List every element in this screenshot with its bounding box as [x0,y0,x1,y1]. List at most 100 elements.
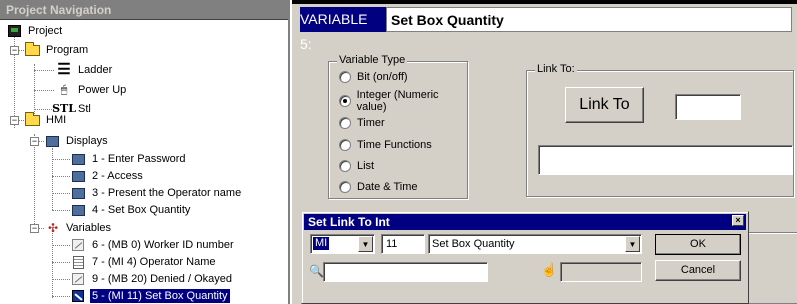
address-field[interactable]: 11 [381,234,425,254]
link-description-field[interactable] [538,145,793,175]
find-icon[interactable]: 🔍 [309,264,324,278]
tree-line [52,193,70,194]
tree-node-label: 9 - (MB 20) Denied / Okayed [92,273,233,285]
tree-node-variable-6[interactable]: 6 - (MB 0) Worker ID number [70,238,236,252]
operand-type-combo[interactable]: MI ▼ [310,234,375,254]
tree-node-label: Variables [66,222,112,234]
tree-node-label: Power Up [78,84,127,96]
display-icon [70,152,86,166]
variable-type-title: Variable Type [337,54,408,66]
tree-node-label: Program [46,44,89,56]
tree-node-variable-5-selected[interactable]: 5 - (MI 11) Set Box Quantity [70,289,230,303]
tree-node-project[interactable]: Project [6,24,64,38]
radio-label: Date & Time [357,181,418,193]
tree-node-label: 7 - (MI 4) Operator Name [92,256,216,268]
displays-icon [44,134,60,148]
radio-button[interactable] [339,117,351,129]
set-link-to-int-dialog: Set Link To Int × MI ▼ 11 Set Box Quanti… [301,211,749,304]
radio-integer[interactable]: Integer (Numeric value) [339,89,467,113]
tree-line [52,159,70,160]
top-border [292,0,797,4]
project-icon [6,24,22,38]
radio-list[interactable]: List [339,159,374,173]
text-variable-icon [70,255,86,269]
tree-line [52,176,70,177]
radio-date-time[interactable]: Date & Time [339,180,418,194]
tree-node-label: HMI [46,114,67,126]
variables-icon: ✣ [47,221,58,235]
tree-node-program[interactable]: Program [24,41,90,57]
tree-line [52,210,70,211]
chevron-down-icon[interactable]: ▼ [358,236,373,252]
variable-name-field[interactable]: Set Box Quantity [386,7,792,32]
tree-line [52,228,53,298]
tree-node-variable-9[interactable]: 9 - (MB 20) Denied / Okayed [70,272,234,286]
radio-button[interactable] [339,181,351,193]
tree-line [52,296,70,297]
tree-node-display-2[interactable]: 2 - Access [70,169,145,183]
radio-button[interactable] [339,139,351,151]
tree-node-label: 4 - Set Box Quantity [92,204,191,216]
hand-field [560,262,642,282]
tree-node-display-4[interactable]: 4 - Set Box Quantity [70,203,192,217]
radio-button[interactable] [339,71,351,83]
radio-button-selected[interactable] [339,95,351,107]
link-name-value: Set Box Quantity [432,238,515,250]
tree-node-label: Displays [66,135,108,147]
display-icon [70,186,86,200]
tree-node-variable-7[interactable]: 7 - (MI 4) Operator Name [70,255,217,269]
link-name-combo[interactable]: Set Box Quantity ▼ [428,234,642,254]
tree-line [52,148,53,210]
tree-node-displays[interactable]: Displays [44,134,110,148]
tree-node-ladder[interactable]: ☰ Ladder [56,61,114,78]
tree-line [52,279,70,280]
radio-label: Time Functions [357,139,432,151]
tree-node-label: Stl [78,103,91,115]
tree-node-power-up[interactable]: 🖱 Power Up [56,83,128,97]
collapse-variables-toggle[interactable]: − [30,224,39,233]
tree-line [34,109,54,110]
tree-line [52,262,70,263]
search-field[interactable] [323,262,488,282]
tree-node-label: Ladder [78,64,113,76]
variable-icon [70,238,86,252]
link-to-group: Link To: Link To [526,63,794,197]
project-tree: − − − − Project Program ☰ Ladder 🖱 Power… [0,20,288,304]
radio-label: Bit (on/off) [357,71,408,83]
tree-node-label: 1 - Enter Password [92,153,186,165]
folder-icon [24,111,40,127]
collapse-displays-toggle[interactable]: − [30,137,39,146]
display-icon [70,203,86,217]
cancel-button[interactable]: Cancel [655,260,741,281]
radio-button[interactable] [339,160,351,172]
ok-button[interactable]: OK [655,234,741,255]
variable-number-label: VARIABLE 5: [300,7,386,52]
radio-label: Integer (Numeric value) [356,89,439,113]
tree-node-label: Project [28,25,63,37]
tree-node-label: 5 - (MI 11) Set Box Quantity [90,289,230,303]
collapse-hmi-toggle[interactable]: − [10,116,19,125]
radio-timer[interactable]: Timer [339,116,385,130]
tree-node-display-1[interactable]: 1 - Enter Password [70,152,188,166]
link-to-title: Link To: [535,63,577,75]
tree-node-label: 2 - Access [92,170,143,182]
collapse-program-toggle[interactable]: − [10,46,19,55]
tree-node-display-3[interactable]: 3 - Present the Operator name [70,186,243,200]
project-navigation-panel: Project Navigation − − − − Project Progr… [0,0,290,304]
radio-time-functions[interactable]: Time Functions [339,138,432,152]
dialog-title: Set Link To Int [304,214,746,230]
power-up-icon: 🖱 [60,84,68,96]
tree-node-variables[interactable]: ✣ Variables [44,221,113,235]
radio-bit[interactable]: Bit (on/off) [339,70,408,84]
hand-icon: ☝ [541,262,558,277]
tree-node-hmi[interactable]: HMI [24,111,68,127]
tree-node-label: 6 - (MB 0) Worker ID number [92,239,234,251]
link-value-field[interactable] [675,94,741,120]
display-icon [70,169,86,183]
chevron-down-icon[interactable]: ▼ [625,236,640,252]
tree-line [52,245,70,246]
close-icon[interactable]: × [732,215,744,226]
tree-node-label: 3 - Present the Operator name [92,187,242,199]
link-to-button[interactable]: Link To [565,87,644,123]
ladder-icon: ☰ [57,61,71,78]
